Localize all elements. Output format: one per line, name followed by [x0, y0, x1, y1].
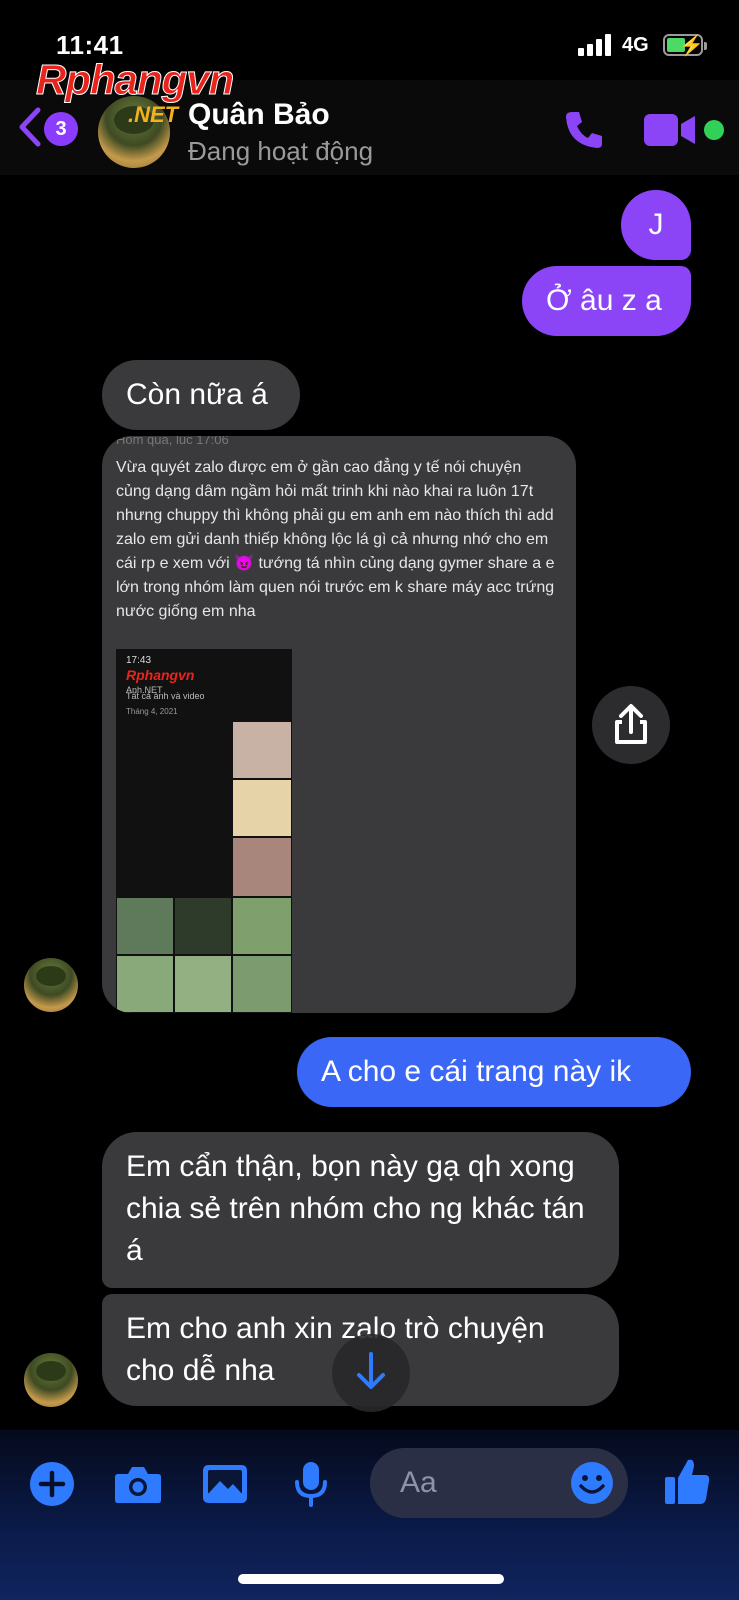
photo-thumbnail — [232, 837, 292, 897]
sender-avatar[interactable] — [24, 1353, 78, 1407]
microphone-icon[interactable] — [293, 1460, 329, 1508]
photo-thumbnail — [232, 779, 292, 837]
camera-icon[interactable] — [114, 1464, 162, 1504]
battery-icon: ⚡ — [663, 34, 707, 57]
photo-thumbnail — [232, 955, 292, 1013]
screenshot-logo: Rphangvn — [126, 667, 195, 683]
shared-post-card[interactable]: Hôm qua, lúc 17:06 Vừa quyét zalo được e… — [102, 436, 576, 1013]
message-outgoing[interactable]: A cho e cái trang này ik — [297, 1037, 691, 1107]
network-type: 4G — [622, 34, 649, 56]
home-indicator — [238, 1574, 504, 1584]
message-outgoing[interactable]: Ở âu z a — [522, 266, 691, 336]
gallery-icon[interactable] — [202, 1464, 248, 1504]
active-status-dot — [704, 120, 724, 140]
photo-thumbnail — [232, 721, 292, 779]
watermark-suffix: .NET — [128, 102, 179, 127]
phone-icon[interactable] — [562, 108, 606, 152]
message-text: Em cẩn thận, bọn này gạ qh xong chia sẻ … — [126, 1150, 585, 1267]
message-composer: Aa — [0, 1430, 739, 1600]
back-chevron-icon[interactable] — [14, 104, 44, 150]
message-text: Còn nữa á — [126, 378, 268, 411]
plus-icon[interactable] — [30, 1462, 74, 1506]
unread-count-badge[interactable]: 3 — [44, 112, 78, 146]
screenshot-caption: Tất cả ảnh và video — [126, 691, 205, 701]
message-outgoing[interactable]: J — [621, 190, 691, 260]
scroll-to-bottom-button[interactable] — [332, 1334, 410, 1412]
message-text: J — [648, 208, 664, 241]
photo-thumbnail — [116, 955, 174, 1013]
share-button[interactable] — [592, 686, 670, 764]
arrow-down-icon — [357, 1352, 385, 1389]
sender-avatar[interactable] — [24, 958, 78, 1012]
message-incoming[interactable]: Em cẩn thận, bọn này gạ qh xong chia sẻ … — [102, 1132, 619, 1288]
shared-post-timestamp: Hôm qua, lúc 17:06 — [116, 436, 229, 447]
message-input[interactable]: Aa — [370, 1448, 628, 1518]
contact-status: Đang hoạt động — [188, 136, 374, 166]
share-icon — [615, 704, 647, 744]
message-incoming[interactable]: Còn nữa á — [102, 360, 300, 430]
screenshot-date: Tháng 4, 2021 — [126, 707, 178, 716]
message-text: A cho e cái trang này ik — [321, 1055, 632, 1088]
shared-post-image[interactable]: 17:43 Rphangvn Anh.NET Tất cả ảnh và vid… — [116, 649, 292, 1013]
photo-thumbnail — [116, 897, 174, 955]
photo-thumbnail — [174, 897, 232, 955]
photo-thumbnail — [116, 721, 232, 897]
screenshot-time: 17:43 — [126, 655, 152, 666]
message-text: Ở âu z a — [546, 284, 662, 317]
watermark-logo: Rphangvn — [35, 56, 234, 104]
emoji-icon[interactable] — [570, 1461, 614, 1505]
thumbs-up-icon[interactable] — [664, 1456, 710, 1506]
video-camera-icon[interactable] — [643, 112, 699, 148]
message-input-placeholder: Aa — [400, 1466, 437, 1499]
photo-thumbnail — [232, 897, 292, 955]
shared-post-text: Vừa quyét zalo được em ở gần cao đẳng y … — [116, 459, 555, 620]
signal-icon — [578, 34, 616, 56]
photo-thumbnail — [174, 955, 232, 1013]
